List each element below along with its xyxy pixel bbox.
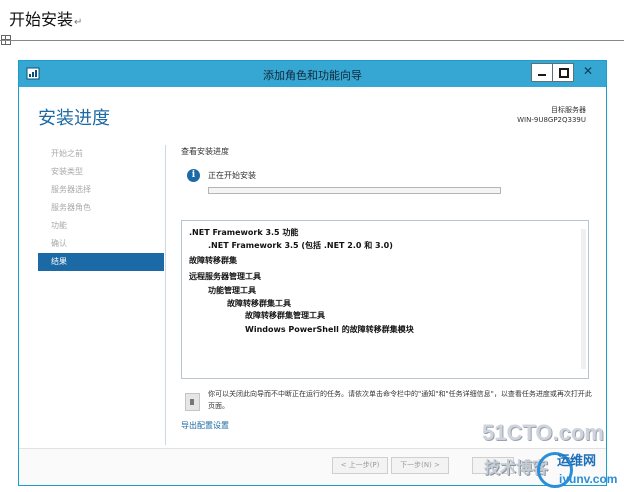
result-item: Windows PowerShell 的故障转移群集模块 xyxy=(245,325,414,334)
page-title: 安装进度 xyxy=(38,108,110,129)
nav-item-installation-type[interactable]: 安装类型 xyxy=(38,163,164,181)
nav-item-server-selection[interactable]: 服务器选择 xyxy=(38,181,164,199)
nav-item-before-you-begin[interactable]: 开始之前 xyxy=(38,145,164,163)
minimize-button[interactable] xyxy=(531,63,553,82)
target-server-label: 目标服务器 xyxy=(551,106,586,114)
target-server-name: WIN-9U8GP2Q339U xyxy=(517,116,586,124)
note-text: 你可以关闭此向导而不中断正在运行的任务。请依次单击命令栏中的"通知"和"任务详细… xyxy=(208,390,592,410)
watermark-badge: 运维网 iyunv.com xyxy=(537,450,617,490)
heading-text: 开始安装 xyxy=(9,10,74,29)
watermark-brand: 运维网 xyxy=(557,454,597,469)
nav-item-features[interactable]: 功能 xyxy=(38,217,164,235)
previous-button[interactable]: < 上一步(P) xyxy=(332,457,388,474)
title-bar[interactable]: 添加角色和功能向导 ✕ xyxy=(19,61,606,87)
document-heading: 开始安装↵ xyxy=(9,6,82,30)
window-title: 添加角色和功能向导 xyxy=(263,69,362,82)
close-button[interactable]: ✕ xyxy=(575,63,601,80)
next-button[interactable]: 下一步(N) > xyxy=(391,457,449,474)
result-item: .NET Framework 3.5 功能 xyxy=(189,228,299,237)
nav-item-results[interactable]: 结果 xyxy=(38,253,164,271)
info-icon: i xyxy=(187,169,200,182)
result-item: 故障转移群集工具 xyxy=(227,299,291,308)
divider xyxy=(0,40,624,41)
paragraph-mark: ↵ xyxy=(74,17,83,28)
watermark-site: 51CTO.com xyxy=(482,420,604,445)
results-list[interactable]: .NET Framework 3.5 功能 .NET Framework 3.5… xyxy=(181,220,589,379)
watermark-url: iyunv.com xyxy=(559,472,618,486)
result-item: 功能管理工具 xyxy=(208,286,256,295)
nav-item-server-roles[interactable]: 服务器角色 xyxy=(38,199,164,217)
nav-divider xyxy=(165,145,166,445)
section-label: 查看安装进度 xyxy=(181,147,229,156)
wizard-nav: 开始之前 安装类型 服务器选择 服务器角色 功能 确认 结果 xyxy=(38,145,164,271)
results-scrollbar[interactable] xyxy=(581,229,586,369)
result-item: 故障转移群集 xyxy=(189,256,237,265)
maximize-button[interactable] xyxy=(552,63,574,82)
progress-bar xyxy=(208,187,501,194)
status-text: 正在开始安装 xyxy=(208,171,256,180)
note-icon xyxy=(185,393,200,411)
export-config-link[interactable]: 导出配置设置 xyxy=(181,420,229,431)
nav-item-confirmation[interactable]: 确认 xyxy=(38,235,164,253)
result-item: .NET Framework 3.5 (包括 .NET 2.0 和 3.0) xyxy=(208,241,393,250)
result-item: 远程服务器管理工具 xyxy=(189,272,261,281)
result-item: 故障转移群集管理工具 xyxy=(245,311,325,320)
